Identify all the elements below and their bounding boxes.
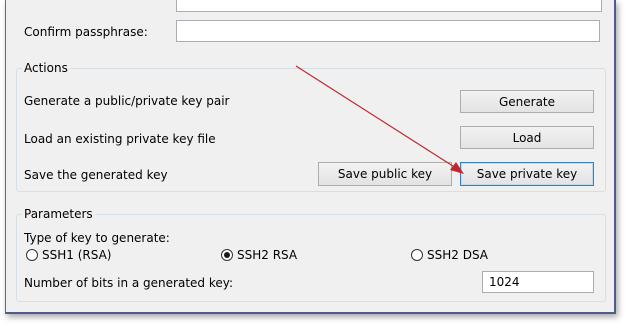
key-type-label: Type of key to generate: — [24, 231, 170, 245]
radio-ssh1-rsa[interactable]: SSH1 (RSA) — [26, 248, 111, 262]
save-description: Save the generated key — [24, 168, 168, 182]
generate-button[interactable]: Generate — [460, 90, 594, 113]
save-public-key-button[interactable]: Save public key — [318, 162, 452, 186]
parameters-group-title: Parameters — [22, 207, 95, 221]
save-private-key-button[interactable]: Save private key — [460, 162, 594, 186]
radio-ssh2-rsa-label: SSH2 RSA — [237, 248, 298, 262]
actions-group-title: Actions — [22, 61, 70, 75]
confirm-passphrase-label: Confirm passphrase: — [24, 25, 148, 39]
confirm-passphrase-field[interactable] — [176, 20, 600, 42]
bits-label: Number of bits in a generated key: — [24, 276, 234, 290]
load-button[interactable]: Load — [460, 126, 594, 149]
radio-ssh2-dsa[interactable]: SSH2 DSA — [411, 248, 488, 262]
radio-ssh2-dsa-label: SSH2 DSA — [427, 248, 488, 262]
passphrase-field-partial[interactable] — [176, 0, 602, 12]
puttygen-window: Confirm passphrase: Actions Generate a p… — [5, 0, 616, 314]
radio-ssh1-rsa-label: SSH1 (RSA) — [42, 248, 112, 262]
radio-circle-icon — [411, 249, 423, 261]
radio-selected-icon — [221, 249, 233, 261]
generate-description: Generate a public/private key pair — [24, 94, 230, 108]
bits-input[interactable]: 1024 — [482, 271, 594, 293]
load-description: Load an existing private key file — [24, 132, 216, 146]
radio-ssh2-rsa[interactable]: SSH2 RSA — [221, 248, 297, 262]
radio-circle-icon — [26, 249, 38, 261]
